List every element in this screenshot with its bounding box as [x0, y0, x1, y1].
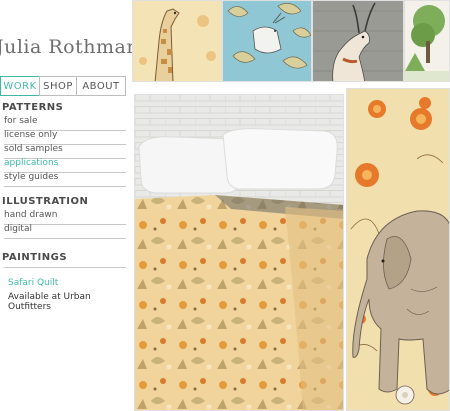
giraffe-illustration [133, 1, 221, 81]
nav-about[interactable]: ABOUT [76, 76, 126, 96]
detail-elephant-pattern[interactable] [346, 88, 450, 411]
sidebar-item-applications[interactable]: applications [4, 158, 126, 173]
sidebar-item-license-only[interactable]: license only [4, 130, 126, 145]
sidebar-item-style-guides[interactable]: style guides [4, 172, 126, 187]
paintings-rule [4, 252, 126, 268]
main-photo-safari-quilt[interactable] [134, 94, 344, 411]
sidebar: Julia Rothman WORK SHOP ABOUT PATTERNS f… [0, 0, 139, 411]
sidebar-item-for-sale[interactable]: for sale [4, 116, 126, 131]
site-logo[interactable]: Julia Rothman [0, 36, 139, 58]
caption-title: Safari Quilt [8, 278, 59, 288]
deer-pattern-illustration [223, 1, 311, 81]
nav-work[interactable]: WORK [0, 76, 40, 96]
main-nav: WORK SHOP ABOUT [0, 76, 128, 96]
thumbnail-deer-blue[interactable] [222, 0, 312, 82]
section-heading-patterns[interactable]: PATTERNS [2, 102, 63, 113]
caption-subtitle: Available at Urban Outfitters [8, 292, 91, 312]
thumbnail-giraffe[interactable] [132, 0, 222, 82]
elephant-illustration [347, 89, 449, 410]
thumbnail-trees[interactable] [404, 0, 450, 82]
sidebar-item-sold-samples[interactable]: sold samples [4, 144, 126, 159]
sidebar-item-hand-drawn[interactable]: hand drawn [4, 210, 126, 225]
section-heading-illustration[interactable]: ILLUSTRATION [2, 196, 88, 207]
thumbnail-antelope[interactable] [312, 0, 404, 82]
nav-shop[interactable]: SHOP [39, 76, 77, 96]
sidebar-item-digital[interactable]: digital [4, 224, 126, 239]
antelope-illustration [313, 1, 403, 81]
bed-quilt-photo [135, 95, 343, 410]
trees-illustration [405, 1, 449, 81]
